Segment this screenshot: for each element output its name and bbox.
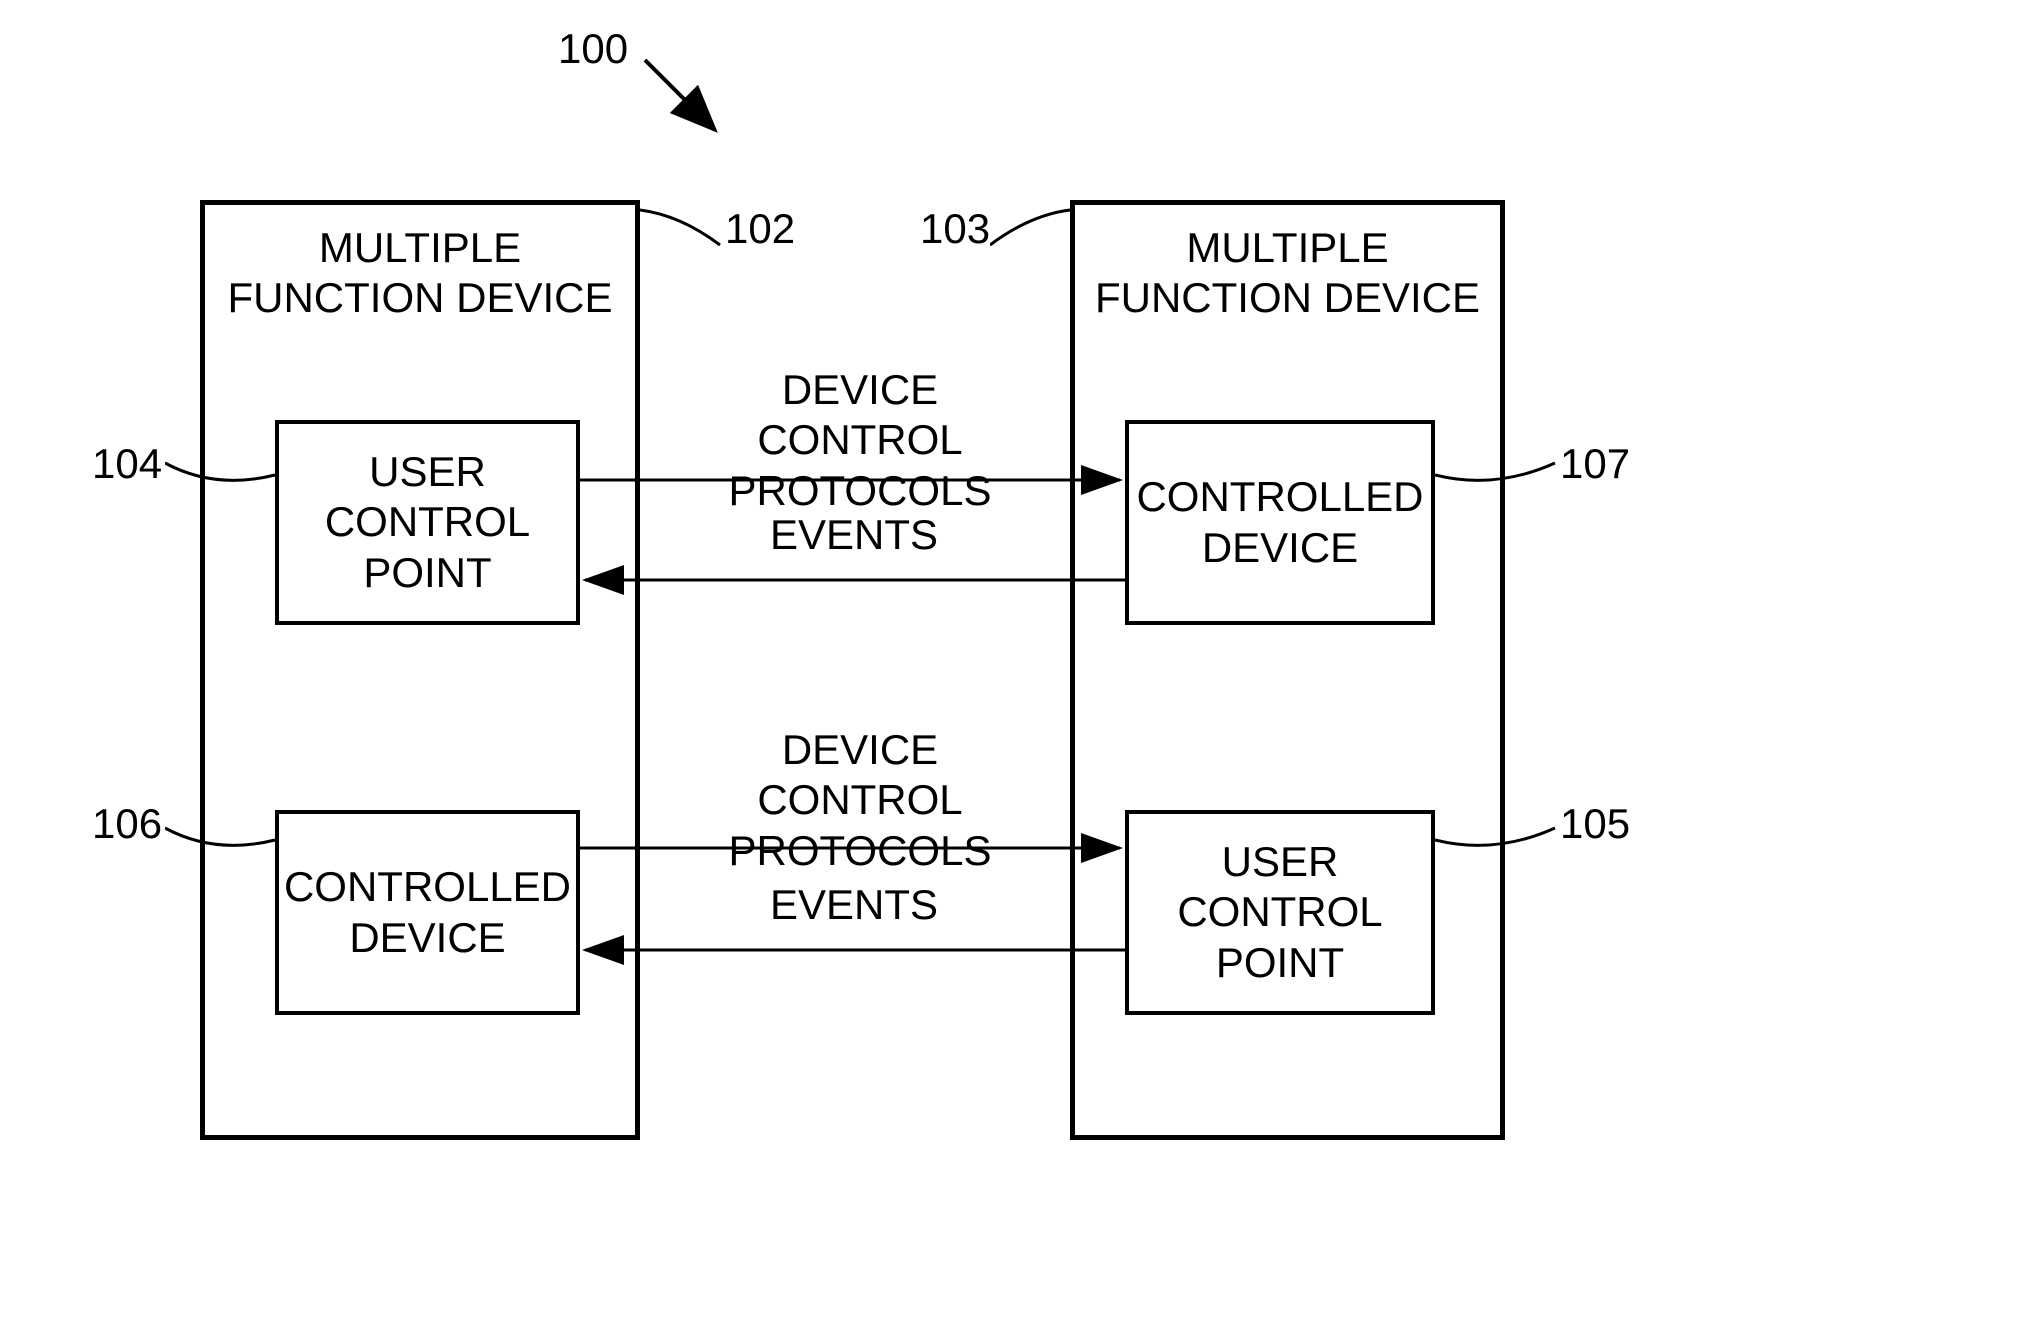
leader-103: [990, 205, 1080, 255]
left-controlled-device: CONTROLLED DEVICE: [275, 810, 580, 1015]
ref-107: 107: [1560, 440, 1630, 488]
ref-100: 100: [558, 25, 628, 73]
ref-106: 106: [92, 800, 162, 848]
left-ucp-label: USER CONTROL POINT: [279, 447, 576, 598]
right-user-control-point: USER CONTROL POINT: [1125, 810, 1435, 1015]
leader-106: [165, 820, 280, 870]
bottom-back-arrow: [580, 940, 1130, 960]
right-cd-label: CONTROLLED DEVICE: [1129, 472, 1431, 573]
right-device-title: MULTIPLE FUNCTION DEVICE: [1075, 205, 1500, 324]
left-device-title: MULTIPLE FUNCTION DEVICE: [205, 205, 635, 324]
right-ucp-label: USER CONTROL POINT: [1129, 837, 1431, 988]
leader-104: [165, 455, 280, 505]
left-user-control-point: USER CONTROL POINT: [275, 420, 580, 625]
top-forward-arrow: [580, 470, 1130, 490]
ref-103: 103: [920, 205, 990, 253]
leader-105: [1435, 820, 1560, 870]
ref-104: 104: [92, 440, 162, 488]
arrow-100: [640, 55, 740, 155]
top-forward-label: DEVICE CONTROL PROTOCOLS: [680, 365, 1040, 516]
top-back-arrow: [580, 570, 1130, 590]
ref-102: 102: [725, 205, 795, 253]
top-back-label: EVENTS: [770, 510, 938, 560]
leader-107: [1435, 455, 1560, 505]
left-cd-label: CONTROLLED DEVICE: [279, 862, 576, 963]
leader-102: [640, 205, 730, 255]
ref-105: 105: [1560, 800, 1630, 848]
bottom-back-label: EVENTS: [770, 880, 938, 930]
bottom-forward-arrow: [580, 838, 1130, 858]
right-controlled-device: CONTROLLED DEVICE: [1125, 420, 1435, 625]
